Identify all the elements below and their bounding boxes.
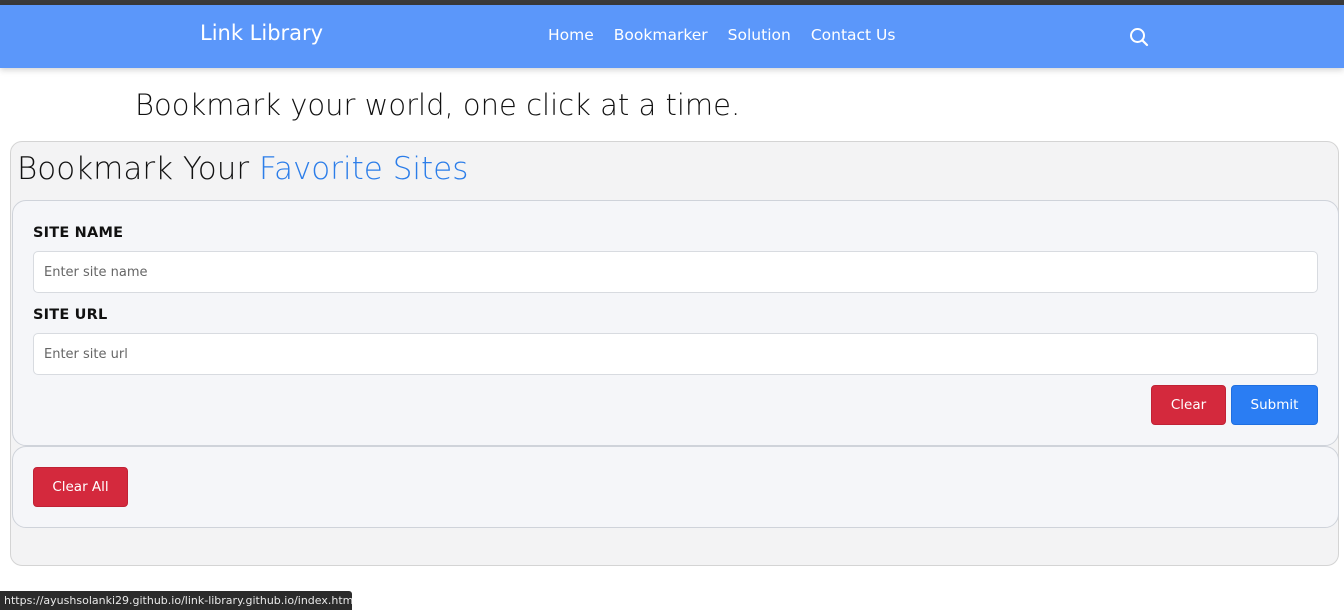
navbar: Link Library Home Bookmarker Solution Co… xyxy=(0,5,1344,68)
bookmark-form: SITE NAME SITE URL Clear Submit xyxy=(12,200,1339,446)
clear-all-button[interactable]: Clear All xyxy=(33,467,128,507)
submit-button[interactable]: Submit xyxy=(1231,385,1318,425)
search-icon[interactable] xyxy=(1128,26,1150,48)
brand-logo[interactable]: Link Library xyxy=(200,21,323,45)
nav-link-contact-us[interactable]: Contact Us xyxy=(811,26,896,44)
page-tagline: Bookmark your world, one click at a time… xyxy=(135,88,741,122)
site-name-input[interactable] xyxy=(33,251,1318,293)
bookmark-list: Clear All xyxy=(12,446,1339,528)
nav-link-bookmarker[interactable]: Bookmarker xyxy=(614,26,708,44)
clear-button[interactable]: Clear xyxy=(1151,385,1226,425)
section-title: Bookmark Your Favorite Sites xyxy=(17,151,468,187)
status-bar-url: https://ayushsolanki29.github.io/link-li… xyxy=(0,591,352,610)
section-title-plain: Bookmark Your xyxy=(17,151,259,187)
site-url-label: SITE URL xyxy=(33,307,108,323)
site-name-label: SITE NAME xyxy=(33,225,124,241)
section-title-accent: Favorite Sites xyxy=(258,151,469,187)
nav-link-solution[interactable]: Solution xyxy=(728,26,791,44)
nav-links: Home Bookmarker Solution Contact Us xyxy=(548,26,895,44)
nav-link-home[interactable]: Home xyxy=(548,26,594,44)
site-url-input[interactable] xyxy=(33,333,1318,375)
bookmark-section: Bookmark Your Favorite Sites SITE NAME S… xyxy=(10,141,1339,566)
